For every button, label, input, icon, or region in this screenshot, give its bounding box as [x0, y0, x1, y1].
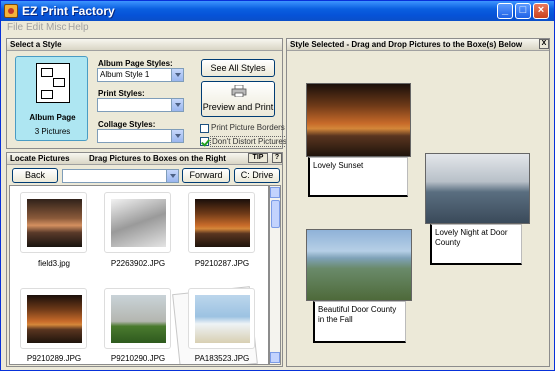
menu-bar: File Edit Misc Help — [1, 21, 554, 36]
see-all-styles-button[interactable]: See All Styles — [201, 59, 275, 77]
print-picture-borders-checkbox[interactable] — [200, 124, 209, 133]
close-style-button[interactable]: X — [539, 39, 549, 49]
menu-misc[interactable]: Misc — [46, 22, 67, 33]
thumbnail-filename: P9210289.JPG — [26, 354, 82, 363]
album-page-style-tile[interactable]: Album Page 3 Pictures — [15, 56, 88, 141]
minimize-icon[interactable]: _ — [497, 3, 513, 19]
forward-button[interactable]: Forward — [182, 168, 230, 183]
preview-and-print-label: Preview and Print — [202, 102, 274, 112]
album-page-styles-label: Album Page Styles: — [98, 59, 173, 68]
thumbnail-filename: PA183523.JPG — [194, 354, 250, 363]
chevron-down-icon[interactable] — [171, 69, 183, 81]
help-button[interactable]: ? — [272, 153, 282, 163]
c-drive-button[interactable]: C: Drive — [234, 168, 280, 183]
select-style-header: Select a Style — [7, 39, 282, 51]
picture-browser-scrollbar[interactable] — [269, 185, 281, 365]
album-layout-icon — [36, 63, 70, 103]
album-page-styles-select[interactable]: Album Style 1 — [97, 68, 184, 82]
chevron-down-icon[interactable] — [171, 130, 183, 142]
photo-drop-box-2[interactable] — [425, 153, 530, 224]
caption-box-3[interactable]: Beautiful Door County in the Fall — [313, 301, 406, 343]
thumbnail-image — [195, 199, 250, 247]
chevron-down-icon[interactable] — [171, 99, 183, 111]
collage-styles-label: Collage Styles: — [98, 120, 156, 129]
style-selected-header: Style Selected - Drag and Drop Pictures … — [287, 39, 549, 51]
dont-distort-pictures-checkbox[interactable] — [200, 137, 209, 146]
print-styles-select[interactable] — [97, 98, 184, 112]
menu-edit[interactable]: Edit — [26, 22, 43, 33]
preview-and-print-button[interactable]: Preview and Print — [201, 81, 275, 117]
menu-file[interactable]: File — [7, 22, 23, 33]
dont-distort-pictures-label: Don't Distort Pictures — [210, 136, 289, 147]
thumbnail-filename: P9210287.JPG — [194, 259, 250, 268]
print-picture-borders-label: Print Picture Borders — [211, 123, 285, 132]
menu-help[interactable]: Help — [68, 22, 89, 33]
album-page-styles-value: Album Style 1 — [100, 70, 150, 79]
thumbnail-image — [27, 295, 82, 343]
style-tile-count: 3 Pictures — [34, 127, 71, 136]
folder-path-select[interactable] — [62, 169, 179, 183]
app-icon — [4, 4, 18, 18]
thumbnail-filename: P2263902.JPG — [110, 259, 166, 268]
thumbnail-filename: field3.jpg — [37, 259, 71, 268]
back-button[interactable]: Back — [12, 168, 58, 183]
style-tile-title: Album Page — [29, 113, 76, 122]
scroll-down-icon[interactable] — [270, 352, 280, 363]
close-icon[interactable]: × — [533, 3, 549, 19]
thumbnail-image — [27, 199, 82, 247]
thumbnail-image — [111, 199, 166, 247]
locate-pictures-title: Locate Pictures — [10, 154, 70, 163]
printer-icon — [231, 84, 247, 98]
thumbnail-filename: P9210290.JPG — [110, 354, 166, 363]
photo-drop-box-1[interactable] — [306, 83, 411, 157]
thumbnail[interactable] — [188, 288, 255, 349]
scroll-up-icon[interactable] — [270, 187, 280, 198]
locate-pictures-instructions: Drag Pictures to Boxes on the Right — [89, 154, 226, 163]
thumbnail[interactable] — [188, 192, 255, 253]
picture-browser[interactable]: field3.jpg P2263902.JPG P9210287.JPG P92… — [9, 185, 269, 365]
locate-pictures-header: Locate Pictures Drag Pictures to Boxes o… — [7, 153, 282, 165]
collage-styles-select[interactable] — [97, 129, 184, 143]
window-title: EZ Print Factory — [22, 4, 115, 18]
app-window: EZ Print Factory _ □ × File Edit Misc He… — [0, 0, 555, 371]
print-styles-label: Print Styles: — [98, 89, 145, 98]
caption-box-2[interactable]: Lovely Night at Door County — [430, 224, 522, 265]
photo-drop-box-3[interactable] — [306, 229, 412, 301]
thumbnail[interactable] — [20, 288, 87, 349]
caption-box-1[interactable]: Lovely Sunset — [308, 157, 408, 197]
thumbnail-image — [195, 295, 250, 343]
thumbnail[interactable] — [104, 192, 171, 253]
title-bar: EZ Print Factory _ □ × — [1, 1, 554, 21]
thumbnail[interactable] — [104, 288, 171, 349]
tip-button[interactable]: TIP — [248, 153, 268, 163]
scroll-thumb[interactable] — [271, 200, 280, 228]
chevron-down-icon[interactable] — [166, 170, 178, 182]
thumbnail[interactable] — [20, 192, 87, 253]
thumbnail-image — [111, 295, 166, 343]
maximize-icon[interactable]: □ — [515, 3, 531, 19]
